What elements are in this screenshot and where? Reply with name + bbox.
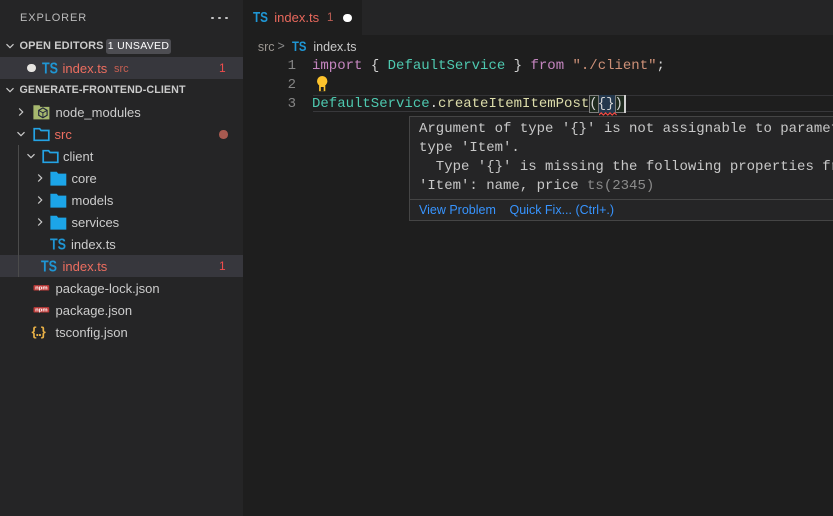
svg-text:npm: npm xyxy=(35,286,48,292)
svg-text:TS: TS xyxy=(292,41,307,54)
svg-text:TS: TS xyxy=(50,237,66,252)
svg-text:TS: TS xyxy=(41,259,57,274)
svg-text:npm: npm xyxy=(35,308,48,314)
svg-text:TS: TS xyxy=(253,9,268,23)
svg-text:TS: TS xyxy=(42,61,58,76)
